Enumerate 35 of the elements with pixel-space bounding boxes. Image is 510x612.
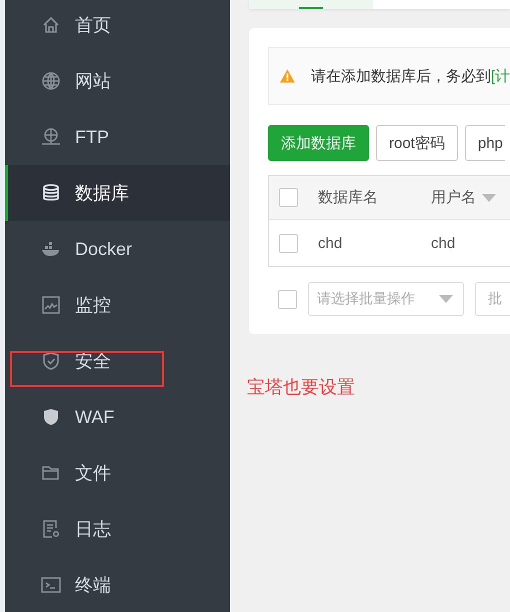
button[interactable]: php: [464, 125, 505, 161]
tab[interactable]: [249, 0, 373, 9]
shield-icon: [41, 407, 61, 427]
sidebar-item[interactable]: 文件: [5, 445, 230, 501]
sidebar-item[interactable]: 数据库: [5, 165, 230, 221]
sidebar-item[interactable]: 安全: [5, 333, 230, 389]
table-cell-text: chd: [431, 234, 456, 252]
checkbox[interactable]: [279, 188, 298, 207]
sidebar-item[interactable]: 网站: [5, 53, 230, 109]
document-icon: [41, 519, 61, 539]
sidebar-item[interactable]: 日志: [5, 501, 230, 557]
whale-icon: [41, 239, 61, 259]
column-header: 数据库名: [318, 188, 379, 207]
checkbox[interactable]: [279, 234, 298, 252]
home-icon: [41, 15, 61, 35]
database-icon: [41, 183, 61, 203]
alert-text: 请在添加数据库后，务必到[计: [310, 66, 510, 86]
column-header: 用户名: [431, 188, 510, 207]
caret-icon: [439, 295, 453, 303]
shield-check-icon: [41, 351, 61, 371]
sidebar-item[interactable]: 终端: [5, 557, 230, 612]
terminal-icon: [41, 575, 61, 595]
sidebar-item[interactable]: WAF: [5, 389, 230, 445]
sidebar-item[interactable]: 监控: [5, 277, 230, 333]
table-cell-text: chd: [318, 234, 344, 252]
globe-network-icon: [41, 127, 61, 147]
chart-icon: [41, 295, 61, 315]
sidebar-item[interactable]: 首页: [5, 0, 230, 53]
sidebar-item[interactable]: Docker: [5, 221, 230, 277]
warning-icon: [280, 68, 295, 84]
button[interactable]: root密码: [376, 125, 458, 161]
sidebar-item[interactable]: FTP: [5, 109, 230, 165]
annotation-text: 宝塔也要设置: [247, 376, 355, 399]
globe-icon: [41, 71, 61, 91]
checkbox[interactable]: [278, 290, 297, 308]
